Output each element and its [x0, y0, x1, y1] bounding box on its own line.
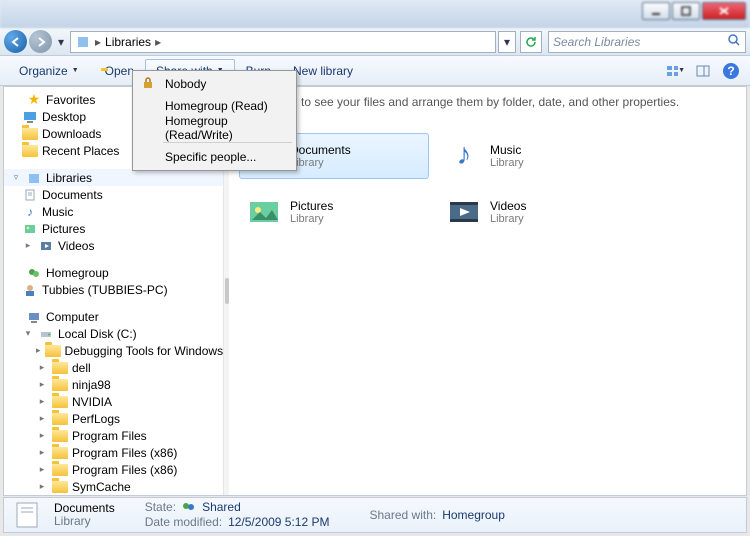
homegroup-icon	[26, 265, 42, 281]
library-pictures[interactable]: PicturesLibrary	[239, 189, 429, 235]
sidebar-item-local-disk[interactable]: ▾Local Disk (C:)	[4, 325, 223, 342]
address-bar: ▾ ▸ Libraries ▸ ▾ Search Libraries	[0, 28, 750, 56]
tree-folder[interactable]: ▸Debugging Tools for Windows (x64)	[4, 342, 223, 359]
preview-pane-button[interactable]	[692, 60, 714, 82]
details-type: Library	[54, 515, 115, 528]
svg-text:?: ?	[727, 64, 734, 78]
organize-menu[interactable]: Organize▼	[8, 59, 90, 83]
library-videos[interactable]: VideosLibrary	[439, 189, 629, 235]
view-description: to see your files and arrange them by fo…	[239, 91, 736, 133]
documents-icon	[22, 187, 38, 203]
user-icon	[22, 282, 38, 298]
menu-separator	[163, 142, 292, 143]
search-icon	[727, 33, 741, 50]
sidebar-item-homegroup-user[interactable]: Tubbies (TUBBIES-PC)	[4, 281, 223, 298]
search-input[interactable]: Search Libraries	[548, 31, 746, 53]
recent-icon	[22, 143, 38, 159]
sidebar-item-videos[interactable]: ▸Videos	[4, 237, 223, 254]
share-with-dropdown: Nobody Homegroup (Read) Homegroup (Read/…	[132, 70, 297, 171]
share-specific-people[interactable]: Specific people...	[135, 146, 294, 168]
close-button[interactable]	[702, 2, 746, 20]
share-homegroup-readwrite[interactable]: Homegroup (Read/Write)	[135, 117, 294, 139]
tree-folder[interactable]: ▸Program Files (x86)	[4, 461, 223, 478]
maximize-button[interactable]	[672, 2, 700, 20]
items-view[interactable]: to see your files and arrange them by fo…	[229, 87, 746, 495]
breadcrumb[interactable]: ▸ Libraries ▸	[70, 31, 496, 53]
search-placeholder: Search Libraries	[553, 35, 640, 49]
minimize-button[interactable]	[642, 2, 670, 20]
view-options-button[interactable]: ▼	[664, 60, 686, 82]
tree-folder[interactable]: ▸Program Files (x86)	[4, 444, 223, 461]
sidebar-item-music[interactable]: ♪Music	[4, 203, 223, 220]
details-thumbnail	[12, 500, 44, 530]
back-button[interactable]	[4, 30, 27, 53]
command-bar: Organize▼ Open Share with▼ Burn New libr…	[0, 56, 750, 86]
tree-folder[interactable]: ▸ninja98	[4, 376, 223, 393]
tree-folder[interactable]: ▸SymCache	[4, 478, 223, 495]
libraries-icon	[75, 34, 91, 50]
address-dropdown[interactable]: ▾	[498, 31, 516, 53]
music-icon: ♪	[22, 204, 38, 220]
libraries-group[interactable]: ▿Libraries	[4, 169, 223, 186]
tree-folder[interactable]: ▸Program Files	[4, 427, 223, 444]
lock-icon	[141, 76, 155, 93]
window-titlebar	[0, 0, 750, 28]
details-pane: Documents Library State:Shared Date modi…	[3, 497, 747, 533]
computer-icon	[26, 309, 42, 325]
computer-group[interactable]: Computer	[4, 308, 223, 325]
pictures-icon	[246, 194, 282, 230]
homegroup-group[interactable]: Homegroup	[4, 264, 223, 281]
downloads-icon	[22, 126, 38, 142]
videos-icon	[38, 238, 54, 254]
chevron-right-icon: ▸	[155, 35, 161, 49]
sidebar-item-documents[interactable]: Documents	[4, 186, 223, 203]
share-nobody[interactable]: Nobody	[135, 73, 294, 95]
shared-icon	[182, 501, 196, 516]
chevron-right-icon: ▸	[95, 35, 101, 49]
nav-history-dropdown[interactable]: ▾	[54, 30, 68, 53]
tree-folder[interactable]: ▸PerfLogs	[4, 410, 223, 427]
content-area: ★Favorites Desktop Downloads Recent Plac…	[3, 86, 747, 496]
forward-button[interactable]	[29, 30, 52, 53]
music-icon: ♪	[446, 138, 482, 174]
desktop-icon	[22, 109, 38, 125]
pictures-icon	[22, 221, 38, 237]
breadcrumb-item[interactable]: Libraries	[105, 35, 151, 49]
help-button[interactable]: ?	[720, 60, 742, 82]
tree-folder[interactable]: ▸NVIDIA	[4, 393, 223, 410]
drive-icon	[38, 326, 54, 342]
sidebar-item-pictures[interactable]: Pictures	[4, 220, 223, 237]
library-music[interactable]: ♪ MusicLibrary	[439, 133, 629, 179]
star-icon: ★	[26, 92, 42, 108]
tree-folder[interactable]: ▸dell	[4, 359, 223, 376]
refresh-button[interactable]	[520, 31, 542, 53]
libraries-icon	[26, 170, 42, 186]
videos-icon	[446, 194, 482, 230]
